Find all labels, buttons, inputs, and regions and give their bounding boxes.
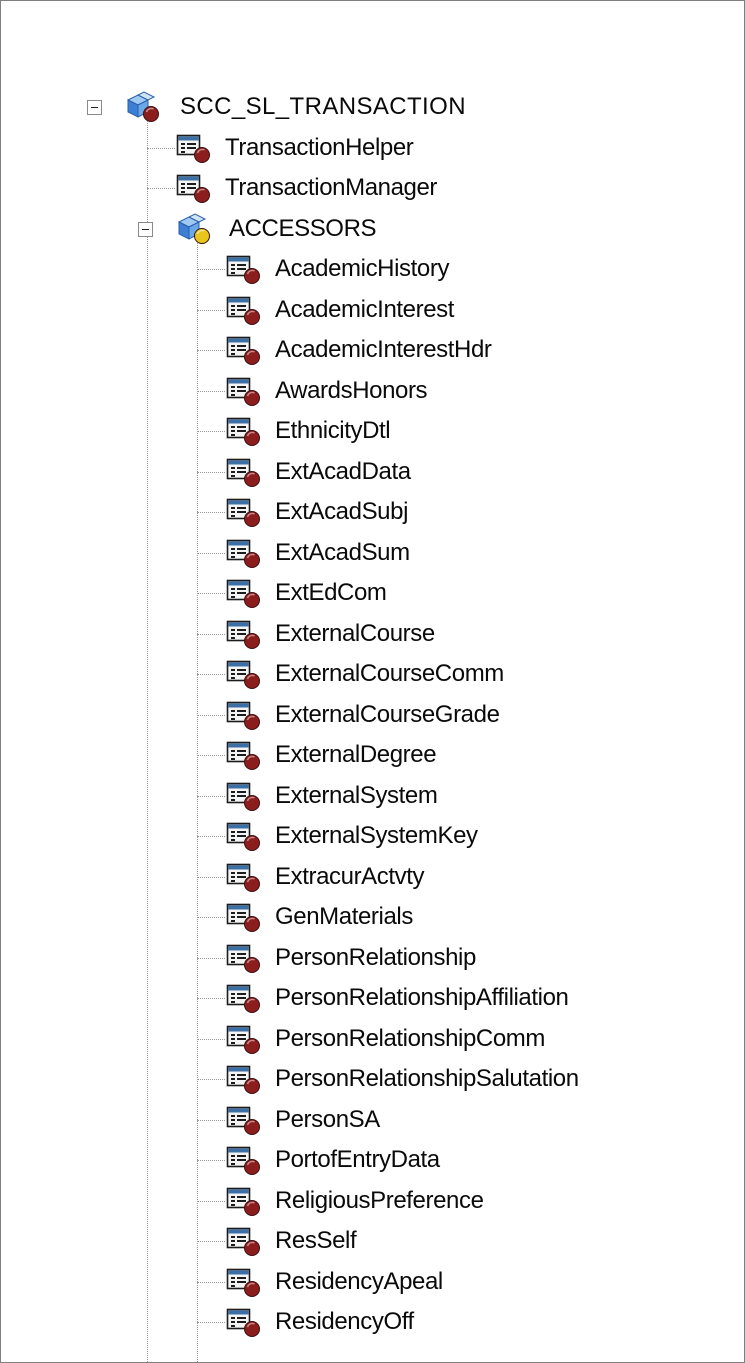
tree-node-label: GenMaterials	[275, 903, 413, 930]
tree-node-label: ACCESSORS	[229, 214, 377, 242]
tree-node-label: EthnicityDtl	[275, 417, 391, 444]
app-class-icon	[175, 132, 215, 164]
tree-connector-line	[197, 512, 225, 513]
tree-node-label: ExternalCourseComm	[275, 660, 504, 687]
app-class-icon	[225, 982, 265, 1014]
tree-node-label: SCC_SL_TRANSACTION	[180, 93, 466, 120]
tree-node-label: ExternalCourse	[275, 619, 435, 647]
tree-node-label: PersonSA	[275, 1105, 380, 1133]
app-class-icon	[225, 739, 265, 771]
tree-node-label: ExternalCourseGrade	[275, 700, 500, 728]
tree-node-label: ResidencyOff	[275, 1308, 414, 1335]
tree-connector-line	[197, 1200, 225, 1202]
tree-connector-line	[197, 674, 225, 675]
tree-connector-line	[197, 1119, 225, 1121]
tree-node-label: AcademicHistory	[275, 255, 450, 282]
tree-connector-line	[197, 1281, 225, 1283]
tree-connector-line	[197, 1322, 225, 1323]
tree-connector-line	[197, 998, 225, 999]
tree-connector-line	[197, 390, 225, 392]
app-class-icon	[225, 1063, 265, 1095]
app-class-icon	[225, 820, 265, 852]
app-class-icon	[225, 334, 265, 366]
tree-connector-line	[197, 1241, 225, 1242]
tree-connector-line	[197, 552, 225, 554]
app-class-icon	[225, 901, 265, 933]
collapse-toggle-root[interactable]	[87, 100, 102, 115]
tree-connector-line	[197, 1038, 225, 1040]
tree-node-label: ExtAcadData	[275, 457, 411, 485]
tree-connector-line	[197, 471, 225, 473]
tree-connector-line	[197, 350, 225, 351]
app-class-icon	[225, 618, 265, 650]
tree-node-label: ExternalDegree	[275, 741, 437, 768]
tree-connector-line	[197, 836, 225, 837]
app-class-icon	[225, 699, 265, 731]
tree-node-label: AwardsHonors	[275, 376, 428, 404]
tree-node-label: PersonRelationship	[275, 943, 476, 971]
app-class-icon	[225, 780, 265, 812]
app-class-icon	[225, 1144, 265, 1176]
app-class-icon	[225, 253, 265, 285]
app-class-icon	[225, 1306, 265, 1338]
tree-node-label: ExternalSystem	[275, 781, 438, 809]
tree-connector-line	[197, 755, 225, 756]
package-icon	[124, 91, 164, 123]
tree-connector-line	[197, 593, 225, 594]
tree-connector-line	[197, 1160, 225, 1161]
tree-node-label: ExtracurActvty	[275, 862, 425, 890]
tree-connector-line	[147, 115, 148, 1362]
tree-connector-line	[197, 431, 225, 432]
tree-node-label: ExtAcadSubj	[275, 498, 409, 525]
app-class-icon	[175, 172, 215, 204]
tree-node-label: ExtEdCom	[275, 579, 387, 606]
app-class-icon	[225, 375, 265, 407]
app-class-icon	[225, 1104, 265, 1136]
app-class-icon	[225, 1266, 265, 1298]
app-class-icon	[225, 1225, 265, 1257]
collapse-toggle-accessors[interactable]	[138, 221, 153, 237]
tree-view-panel: SCC_SL_TRANSACTION TransactionHelper Tra…	[0, 0, 745, 1363]
tree-node-label: PersonRelationshipSalutation	[275, 1065, 579, 1092]
app-class-icon	[225, 456, 265, 488]
tree-connector-line	[197, 309, 225, 311]
app-class-icon	[225, 1023, 265, 1055]
subpackage-icon	[175, 212, 215, 245]
tree-connector-line	[197, 876, 225, 878]
tree-node-label: TransactionHelper	[225, 133, 414, 161]
app-class-icon	[225, 1185, 265, 1217]
package-tree: SCC_SL_TRANSACTION TransactionHelper Tra…	[1, 1, 744, 1362]
tree-node-label: AcademicInterest	[275, 295, 455, 323]
app-class-icon	[225, 658, 265, 690]
tree-node-label: ResSelf	[275, 1227, 357, 1254]
app-class-icon	[225, 577, 265, 609]
tree-connector-line	[197, 714, 225, 716]
tree-node-label: PersonRelationshipComm	[275, 1024, 545, 1052]
tree-node-label: ResidencyApeal	[275, 1267, 443, 1295]
app-class-icon	[225, 537, 265, 569]
tree-connector-line	[197, 236, 198, 1362]
tree-node-label: ReligiousPreference	[275, 1186, 484, 1214]
tree-node-label: ExternalSystemKey	[275, 822, 478, 849]
tree-node-label: PortofEntryData	[275, 1146, 440, 1173]
app-class-icon	[225, 294, 265, 326]
tree-connector-line	[197, 633, 225, 635]
tree-connector-line	[197, 269, 225, 270]
tree-node-label: PersonRelationshipAffiliation	[275, 984, 569, 1011]
app-class-icon	[225, 942, 265, 974]
tree-connector-line	[197, 795, 225, 797]
app-class-icon	[225, 496, 265, 528]
tree-node-label: AcademicInterestHdr	[275, 336, 492, 363]
tree-node-label: TransactionManager	[225, 174, 438, 201]
tree-connector-line	[147, 188, 175, 189]
tree-connector-line	[197, 917, 225, 918]
tree-connector-line	[147, 147, 175, 149]
app-class-icon	[225, 415, 265, 447]
tree-connector-line	[197, 957, 225, 959]
tree-connector-line	[197, 1079, 225, 1080]
tree-node-label: ExtAcadSum	[275, 538, 410, 566]
app-class-icon	[225, 861, 265, 893]
